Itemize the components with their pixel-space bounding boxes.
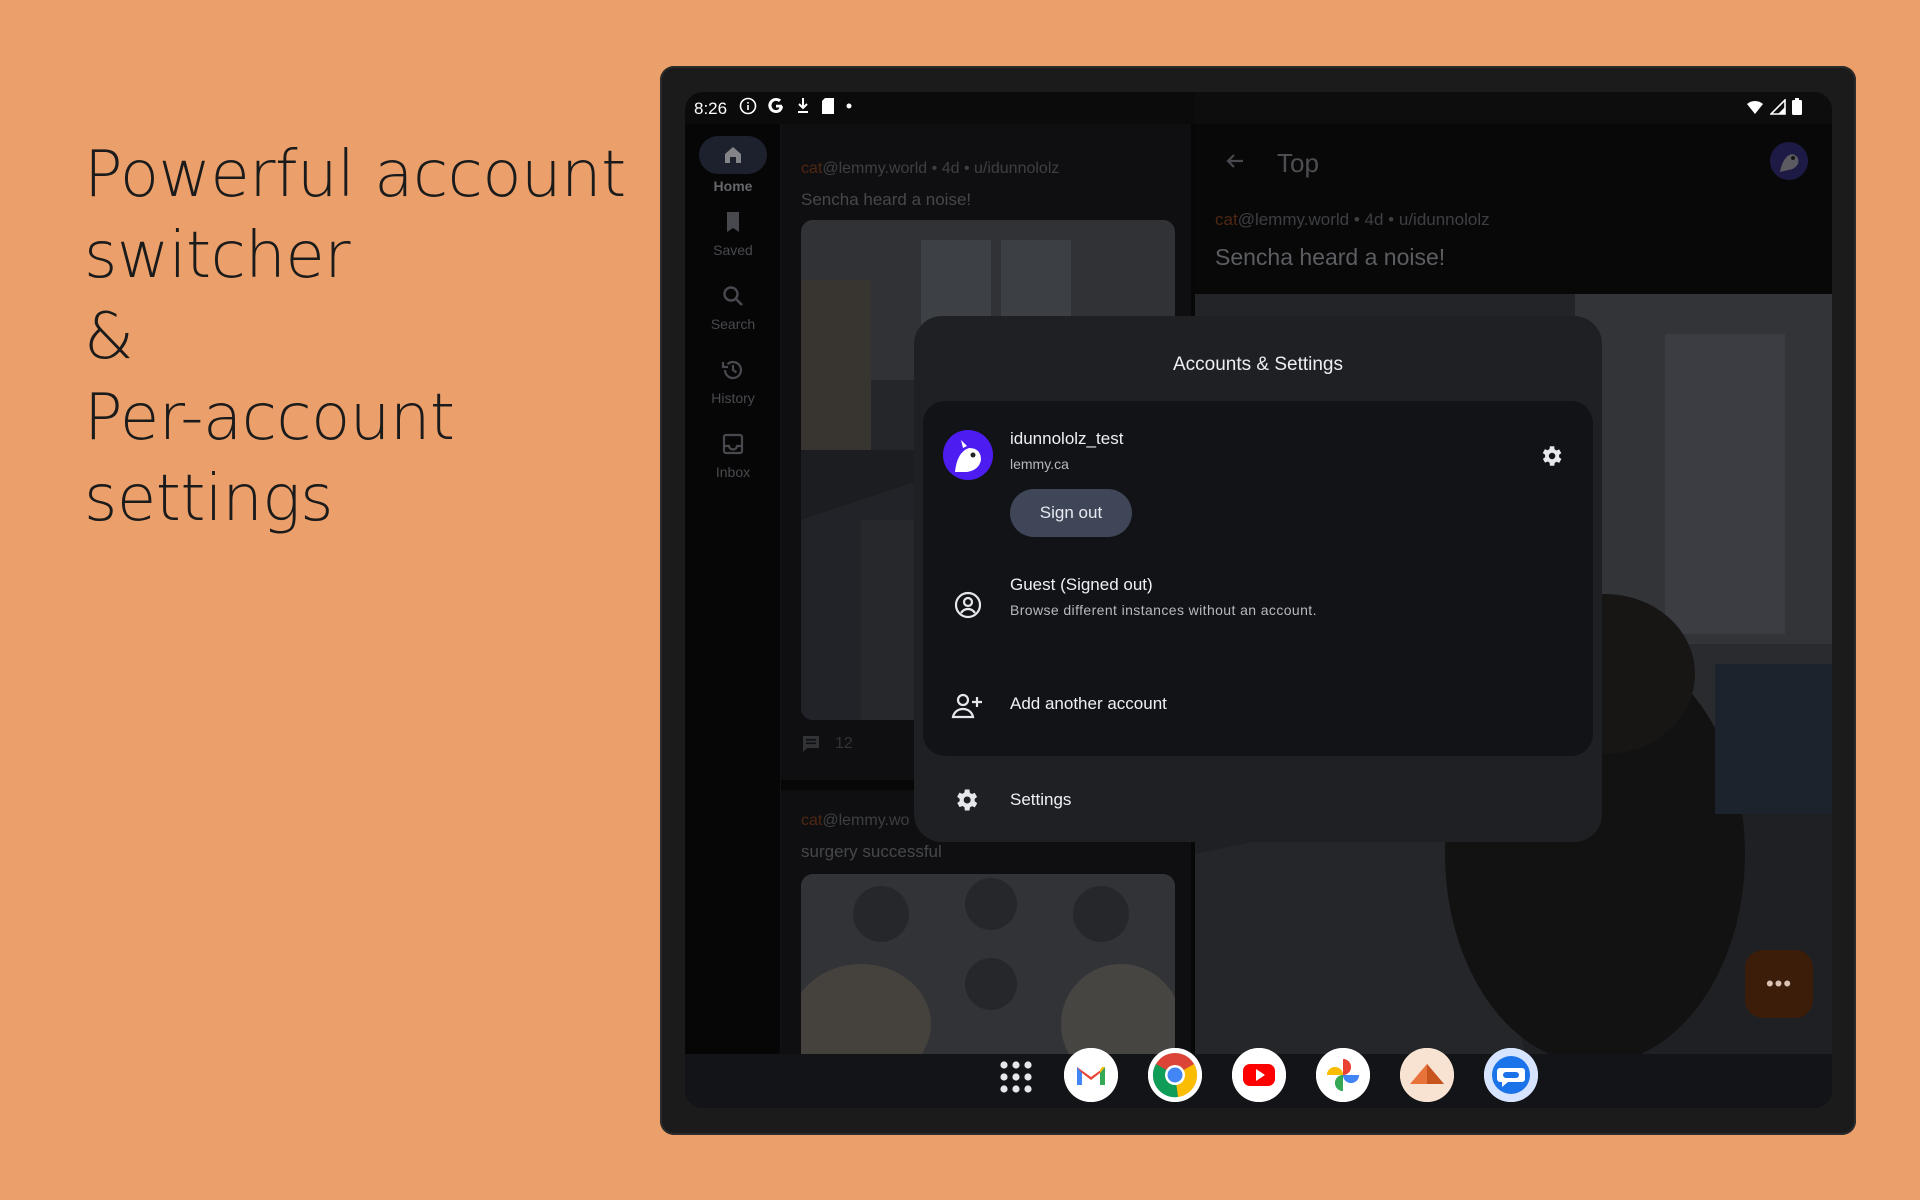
- detail-meta: cat@lemmy.world • 4d • u/idunnololz: [1215, 210, 1490, 229]
- messages-icon[interactable]: [1484, 1048, 1538, 1102]
- download-icon: [798, 98, 808, 113]
- rail-item-home[interactable]: Home: [685, 136, 781, 194]
- rail-label-inbox: Inbox: [715, 464, 751, 480]
- rail-item-history[interactable]: History: [685, 356, 781, 406]
- guest-title: Guest (Signed out): [1010, 575, 1153, 594]
- detail-community[interactable]: cat: [1215, 210, 1238, 229]
- gear-icon: [957, 789, 978, 811]
- search-icon: [723, 286, 743, 306]
- bookmark-icon: [727, 212, 739, 232]
- rail-item-search[interactable]: Search: [685, 282, 781, 332]
- avatar[interactable]: [1770, 142, 1808, 180]
- dialog-title: Accounts & Settings: [1172, 354, 1344, 375]
- add-account-row[interactable]: Add another account: [923, 671, 1593, 741]
- headline-line-3: &: [84, 300, 134, 374]
- settings-label: Settings: [1010, 790, 1072, 809]
- chrome-icon[interactable]: [1148, 1048, 1202, 1102]
- post-age: 4d: [941, 160, 960, 177]
- account-circle-icon: [954, 591, 982, 619]
- inbox-icon: [722, 433, 744, 455]
- accounts-card: idunnololz_test lemmy.ca Sign out Guest …: [923, 401, 1593, 756]
- back-arrow-icon[interactable]: [1223, 149, 1247, 173]
- post-title[interactable]: surgery successful: [801, 842, 942, 862]
- guest-subtitle: Browse different instances without an ac…: [1010, 602, 1317, 618]
- rail-label-saved: Saved: [713, 242, 753, 258]
- account-avatar: [943, 430, 993, 480]
- post-author[interactable]: u/idunnololz: [974, 160, 1059, 177]
- rail-label-home: Home: [713, 178, 753, 194]
- detail-instance: @lemmy.world: [1237, 210, 1350, 229]
- more-options-fab[interactable]: •••: [1745, 950, 1813, 1018]
- gmail-icon[interactable]: [1064, 1048, 1118, 1102]
- add-account-label: Add another account: [1010, 694, 1167, 713]
- detail-post-title: Sencha heard a noise!: [1215, 244, 1446, 270]
- post-community[interactable]: cat: [801, 160, 822, 177]
- post-meta: cat@lemmy.wo: [801, 812, 909, 830]
- tablet-screen: 8:26 Home Saved Search History Inbox cat…: [685, 92, 1832, 1108]
- post-community[interactable]: cat: [801, 812, 822, 829]
- person-add-icon: [951, 693, 982, 719]
- sd-card-icon: [822, 98, 834, 114]
- status-time: 8:26: [694, 99, 728, 118]
- home-icon: [725, 147, 741, 163]
- photos-icon[interactable]: [1316, 1048, 1370, 1102]
- detail-age: 4d: [1364, 210, 1384, 229]
- account-instance: lemmy.ca: [1010, 456, 1069, 472]
- notification-dot-icon: [846, 103, 852, 109]
- battery-icon: [1792, 98, 1802, 115]
- youtube-icon[interactable]: [1232, 1048, 1286, 1102]
- more-horiz-icon: •••: [1765, 971, 1793, 996]
- navigation-rail: Home Saved Search History Inbox: [685, 124, 781, 1054]
- app-drawer-icon[interactable]: [997, 1058, 1035, 1101]
- headline-line-2: switcher: [84, 219, 350, 293]
- headline-line-5: settings: [84, 462, 333, 536]
- account-username: idunnololz_test: [1010, 429, 1124, 448]
- sign-out-button[interactable]: Sign out: [1010, 489, 1132, 537]
- detail-title: Top: [1277, 148, 1319, 178]
- rail-item-inbox[interactable]: Inbox: [685, 430, 781, 480]
- post-title[interactable]: Sencha heard a noise!: [801, 190, 971, 210]
- detail-author[interactable]: u/idunnololz: [1399, 210, 1490, 229]
- comment-icon: [803, 736, 819, 752]
- post-meta: cat@lemmy.world • 4d • u/idunnololz: [801, 160, 1060, 177]
- accounts-settings-dialog: Accounts & Settings idunnololz_test lemm…: [914, 316, 1602, 842]
- wifi-icon: [1747, 100, 1763, 114]
- comment-count: 12: [835, 735, 853, 752]
- post-image[interactable]: [801, 874, 1175, 1054]
- headline-line-1: Powerful account: [84, 138, 626, 212]
- headline: Powerful account switcher & Per-account …: [84, 135, 626, 540]
- summit-icon[interactable]: [1400, 1048, 1454, 1102]
- rail-label-history: History: [711, 390, 755, 406]
- account-settings-gear-icon[interactable]: [1538, 443, 1564, 469]
- post-instance: @lemmy.world: [822, 160, 928, 177]
- rail-item-saved[interactable]: Saved: [685, 208, 781, 258]
- info-icon: [739, 97, 757, 115]
- signal-icon: [1770, 98, 1786, 115]
- post-instance: @lemmy.wo: [822, 812, 910, 829]
- google-icon: [768, 98, 783, 113]
- guest-account-row[interactable]: Guest (Signed out) Browse different inst…: [923, 565, 1593, 655]
- settings-row[interactable]: Settings: [914, 772, 1602, 828]
- rail-label-search: Search: [710, 316, 756, 332]
- history-icon: [721, 360, 743, 380]
- headline-line-4: Per-account: [84, 381, 455, 455]
- status-bar: 8:26: [685, 92, 1832, 124]
